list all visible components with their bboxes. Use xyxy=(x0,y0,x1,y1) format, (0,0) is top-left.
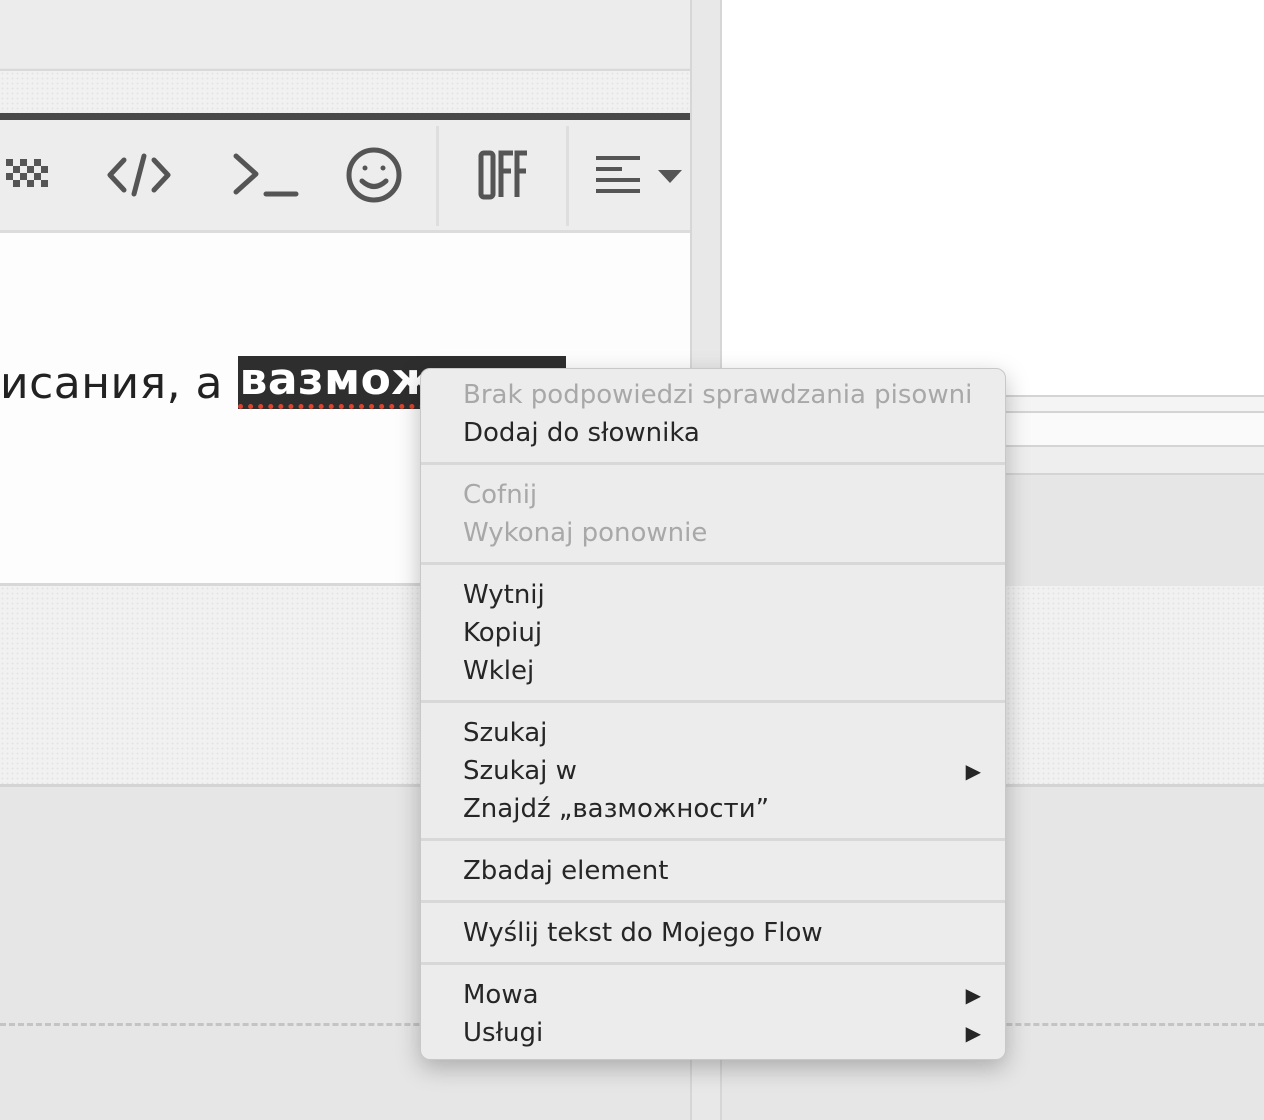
context-menu: Brak podpowiedzi sprawdzania pisowni Doda… xyxy=(420,368,1006,1060)
menu-item-szukaj-w[interactable]: Szukaj w ▶ xyxy=(421,752,1005,790)
menu-item-label: Cofnij xyxy=(463,480,538,510)
menu-item-label: Wklej xyxy=(463,656,535,686)
editor-toolbar xyxy=(0,120,690,233)
menu-separator xyxy=(421,562,1005,565)
menu-item-brak-podpowiedzi-sprawdzania-pisowni: Brak podpowiedzi sprawdzania pisowni xyxy=(421,376,1005,414)
menu-separator xyxy=(421,462,1005,465)
menu-item-label: Wykonaj ponownie xyxy=(463,518,708,548)
submenu-arrow-icon: ▶ xyxy=(965,1021,981,1045)
off-icon[interactable] xyxy=(466,120,542,230)
menu-item-label: Dodaj do słownika xyxy=(463,418,700,448)
menu-item-us-ugi[interactable]: Usługi ▶ xyxy=(421,1014,1005,1052)
smiley-icon[interactable] xyxy=(336,120,412,230)
menu-item-label: Wyślij tekst do Mojego Flow xyxy=(463,918,823,948)
menu-item-znajdz[interactable]: Znajdź „вазможности” xyxy=(421,790,1005,828)
menu-item-zbadaj-element[interactable]: Zbadaj element xyxy=(421,852,1005,890)
menu-item-cofnij: Cofnij xyxy=(421,476,1005,514)
menu-item-wytnij[interactable]: Wytnij xyxy=(421,576,1005,614)
menu-item-szukaj[interactable]: Szukaj xyxy=(421,714,1005,752)
menu-item-label: Wytnij xyxy=(463,580,545,610)
toolbar-separator xyxy=(566,126,569,226)
editor-top-border xyxy=(0,113,690,120)
menu-item-wklej[interactable]: Wklej xyxy=(421,652,1005,690)
align-left-icon[interactable] xyxy=(586,120,686,230)
terminal-icon[interactable] xyxy=(214,120,310,230)
menu-item-label: Znajdź „вазможности” xyxy=(463,794,770,824)
code-icon[interactable] xyxy=(96,120,182,230)
menu-separator xyxy=(421,700,1005,703)
submenu-arrow-icon: ▶ xyxy=(965,983,981,1007)
menu-item-label: Brak podpowiedzi sprawdzania pisowni xyxy=(463,380,973,410)
menu-separator xyxy=(421,838,1005,841)
menu-item-label: Mowa xyxy=(463,980,539,1010)
menu-item-label: Szukaj xyxy=(463,718,548,748)
toolbar-separator xyxy=(436,126,439,226)
window-top-strip xyxy=(0,0,690,68)
checkered-flag-icon[interactable] xyxy=(0,120,60,230)
menu-item-label: Kopiuj xyxy=(463,618,543,648)
menu-item-label: Szukaj w xyxy=(463,756,577,786)
chevron-down-icon xyxy=(658,170,682,183)
menu-separator xyxy=(421,900,1005,903)
right-textured-band xyxy=(1006,586,1264,787)
menu-item-mowa[interactable]: Mowa ▶ xyxy=(421,976,1005,1014)
textured-band xyxy=(0,69,690,115)
menu-item-wykonaj-ponownie: Wykonaj ponownie xyxy=(421,514,1005,552)
menu-item-label: Usługi xyxy=(463,1018,544,1048)
menu-item-kopiuj[interactable]: Kopiuj xyxy=(421,614,1005,652)
editor-text-before-selection: исания, а xyxy=(0,358,238,409)
menu-item-label: Zbadaj element xyxy=(463,856,669,886)
submenu-arrow-icon: ▶ xyxy=(965,759,981,783)
menu-item-wys-lij-tekst-do-mojego-flow[interactable]: Wyślij tekst do Mojego Flow xyxy=(421,914,1005,952)
menu-separator xyxy=(421,962,1005,965)
right-panel xyxy=(722,0,1264,395)
menu-item-dodaj-do-s-ownika[interactable]: Dodaj do słownika xyxy=(421,414,1005,452)
